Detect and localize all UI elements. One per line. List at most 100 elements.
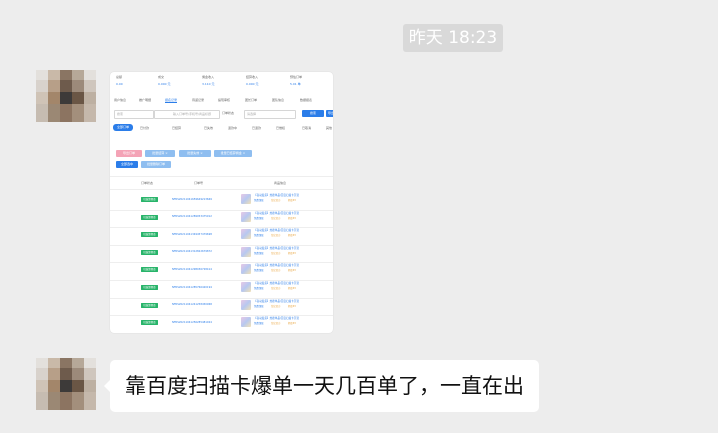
order-number: NFRS20211041312822679872 bbox=[172, 250, 212, 254]
product-tag: 佣金¥3 bbox=[288, 216, 296, 220]
mini-divider bbox=[110, 315, 333, 316]
order-number: NFRS20211041349457479698 bbox=[172, 232, 212, 236]
order-status-tag: 已结算佣金 bbox=[141, 197, 158, 202]
avatar-image bbox=[36, 358, 96, 410]
mini-date-input: 请选择 bbox=[244, 110, 296, 119]
order-status-tag: 已结算佣金 bbox=[141, 232, 158, 238]
product-thumbnail bbox=[241, 211, 251, 222]
mini-divider bbox=[110, 189, 333, 190]
mini-filter: 已取消 bbox=[302, 126, 312, 130]
product-tag: 免费领取 bbox=[254, 322, 264, 326]
message-timestamp: 昨天 18:23 bbox=[403, 24, 503, 52]
order-number: NFRS20211041659649213669 bbox=[172, 197, 212, 201]
sender-avatar[interactable] bbox=[36, 70, 96, 122]
product-title: 【自动发货】热搜单品/百度扫描卡引流 bbox=[254, 246, 299, 250]
product-tag: 淘宝官方 bbox=[271, 269, 281, 273]
stat-label: 佣金收入 bbox=[202, 75, 215, 79]
mini-chip: 导出订单 bbox=[116, 150, 142, 157]
product-thumbnail bbox=[241, 229, 251, 240]
mini-search-input: 搜索 bbox=[114, 110, 154, 119]
stat-value: 0.000 元 bbox=[246, 82, 259, 86]
avatar-image bbox=[36, 70, 96, 122]
mini-filter: 其他 bbox=[326, 126, 333, 130]
order-status-tag: 已结算佣金 bbox=[141, 302, 158, 308]
mini-chip: 批量失效 × bbox=[179, 150, 211, 157]
product-thumbnail bbox=[241, 299, 251, 310]
stat-label: 预估订单 bbox=[290, 75, 303, 79]
mini-filter-active: 全部订单 bbox=[113, 124, 133, 131]
order-status-tag: 已结算佣金 bbox=[141, 320, 158, 326]
product-tag: 免费领取 bbox=[254, 251, 264, 255]
chat-window: 昨天 18:23 总额 成交 佣金收入 结算收入 预估订单 0.00 0.000… bbox=[0, 0, 718, 433]
product-title: 【自动发货】热搜单品/百度扫描卡引流 bbox=[254, 299, 299, 303]
product-tag: 淘宝官方 bbox=[271, 287, 281, 290]
mini-filter: 已退款 bbox=[252, 126, 262, 130]
product-tag: 佣金¥3 bbox=[288, 287, 296, 290]
mini-filter: 已付款 bbox=[140, 126, 150, 130]
text-message-bubble[interactable]: 靠百度扫描卡爆单一天几百单了，一直在出 bbox=[104, 360, 539, 412]
order-number: NFRS20211041285766420194 bbox=[172, 285, 212, 289]
mini-col-header: 订单号 bbox=[194, 181, 204, 185]
tab-item-active: 报名记录 bbox=[165, 98, 178, 103]
stat-label: 总额 bbox=[116, 75, 123, 79]
product-tag: 佣金¥3 bbox=[288, 199, 296, 202]
product-tag: 淘宝官方 bbox=[271, 216, 281, 220]
mini-divider bbox=[110, 227, 333, 228]
product-title: 【自动发货】热搜单品/百度扫描卡引流 bbox=[254, 317, 299, 321]
product-tag: 淘宝官方 bbox=[271, 199, 281, 202]
order-status-tag: 已结算佣金 bbox=[141, 249, 158, 255]
stat-label: 结算收入 bbox=[246, 75, 259, 79]
order-number: NFRS20211041289053475912 bbox=[172, 215, 212, 219]
tab-item: 待返记录 bbox=[192, 98, 205, 102]
stat-value: 0.000 元 bbox=[158, 82, 171, 86]
mini-placeholder: 搜索 bbox=[117, 112, 124, 116]
message-text: 靠百度扫描卡爆单一天几百单了，一直在出 bbox=[125, 374, 524, 398]
order-status-tag: 已结算佣金 bbox=[141, 267, 158, 273]
product-tag: 佣金¥3 bbox=[288, 251, 296, 255]
product-tag: 免费领取 bbox=[254, 304, 264, 308]
order-number: NFRS20211041241258450968 bbox=[172, 303, 212, 307]
order-number: NFRS20211041298036728414 bbox=[172, 267, 212, 271]
mini-divider bbox=[110, 244, 333, 246]
product-thumbnail bbox=[241, 317, 251, 328]
mini-filter: 退款中 bbox=[228, 126, 238, 130]
product-tag: 佣金¥3 bbox=[288, 234, 296, 238]
mini-col-header: 商品信息 bbox=[274, 181, 287, 185]
tab-item: 推广明细 bbox=[139, 98, 152, 102]
product-tag: 免费领取 bbox=[254, 216, 264, 220]
product-tag: 免费领取 bbox=[254, 234, 264, 238]
product-tag: 免费领取 bbox=[254, 287, 264, 290]
product-tag: 淘宝官方 bbox=[271, 234, 281, 238]
sender-avatar[interactable] bbox=[36, 358, 96, 410]
mini-filter: 已结算 bbox=[172, 126, 182, 130]
mini-search-button: 搜索 bbox=[302, 110, 324, 117]
mini-action-button: 全部选中 bbox=[116, 161, 138, 168]
product-title: 【自动发货】热搜单品/百度扫描卡引流 bbox=[254, 229, 299, 233]
product-title: 【自动发货】热搜单品/百度扫描卡引流 bbox=[254, 264, 299, 268]
tab-item: 数据报表 bbox=[300, 98, 313, 102]
product-tag: 淘宝官方 bbox=[271, 322, 281, 326]
mini-divider bbox=[110, 176, 333, 177]
mini-action-button: 批量删除订单 bbox=[141, 161, 171, 168]
mini-chip: 批量结算 × bbox=[145, 150, 175, 157]
product-tag: 淘宝官方 bbox=[271, 304, 281, 308]
product-tag: 免费领取 bbox=[254, 269, 264, 273]
image-message[interactable]: 总额 成交 佣金收入 结算收入 预估订单 0.00 0.000 元 3.110 … bbox=[110, 72, 333, 333]
product-thumbnail bbox=[241, 246, 251, 257]
mini-filter: 已维权 bbox=[276, 126, 286, 130]
tab-item: 提现审核 bbox=[218, 98, 231, 102]
tab-item: 用户信息 bbox=[114, 98, 127, 102]
mini-filter: 已失效 bbox=[204, 126, 214, 130]
product-thumbnail bbox=[241, 194, 251, 204]
tab-item: 团长订单 bbox=[245, 98, 258, 102]
product-tag: 佣金¥3 bbox=[288, 322, 296, 326]
product-tag: 免费领取 bbox=[254, 199, 264, 202]
product-title: 【自动发货】热搜单品/百度扫描卡引流 bbox=[254, 282, 299, 285]
mini-divider bbox=[110, 297, 333, 299]
product-thumbnail bbox=[241, 282, 251, 292]
order-number: NFRS20211041256285481024 bbox=[172, 320, 212, 324]
stat-label: 成交 bbox=[158, 75, 165, 79]
mini-placeholder: 输入订单号/手机号/商品标题 bbox=[173, 112, 212, 116]
mini-search-input: 输入订单号/手机号/商品标题 bbox=[154, 110, 220, 119]
product-title: 【自动发货】热搜单品/百度扫描卡引流 bbox=[254, 211, 299, 215]
